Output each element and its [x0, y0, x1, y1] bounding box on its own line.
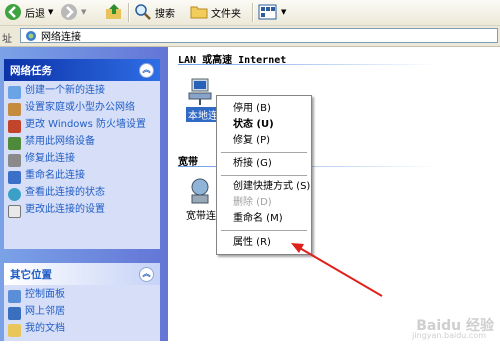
watermark-url: jingyan.baidu.com [412, 331, 486, 340]
annotation-arrow-icon [291, 243, 383, 297]
